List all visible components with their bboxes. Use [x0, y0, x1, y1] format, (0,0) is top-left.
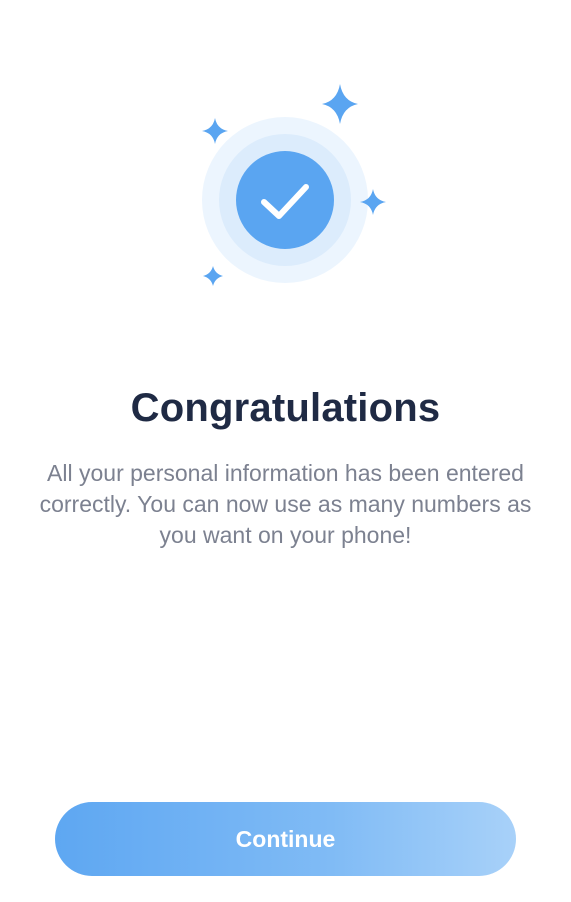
checkmark-icon [236, 151, 334, 249]
success-message: All your personal information has been e… [39, 460, 532, 548]
sparkle-icon [322, 84, 358, 124]
success-illustration-graphic [202, 84, 386, 286]
continue-button[interactable]: Continue [55, 802, 516, 876]
page-title: Congratulations [130, 386, 441, 430]
sparkle-icon [202, 118, 228, 144]
success-screen: Congratulations All your personal inform… [0, 0, 571, 902]
sparkle-icon [203, 266, 223, 286]
success-illustration [0, 0, 571, 320]
